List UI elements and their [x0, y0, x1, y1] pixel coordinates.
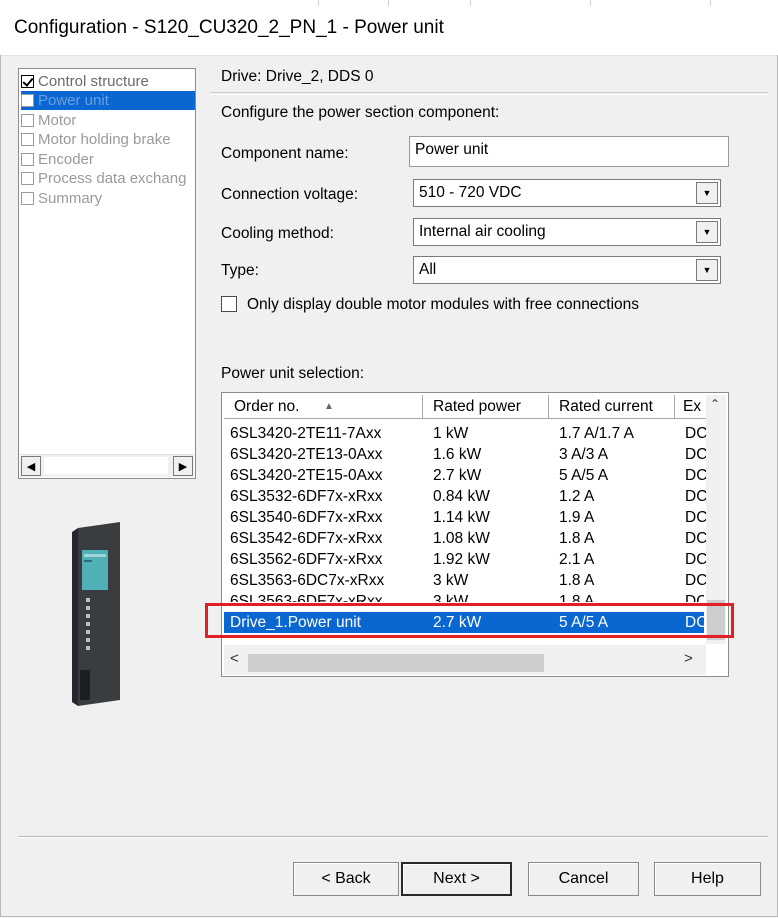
table-row[interactable]: 6SL3532-6DF7x-xRxx 0.84 kW 1.2 A DC	[224, 486, 707, 507]
double-motor-checkbox[interactable]	[221, 296, 237, 312]
help-button[interactable]: Help	[654, 862, 761, 896]
scroll-up-icon[interactable]: ⌃	[710, 397, 720, 411]
table-row[interactable]: 6SL3420-2TE13-0Axx 1.6 kW 3 A/3 A DC	[224, 444, 707, 465]
cancel-button[interactable]: Cancel	[528, 862, 639, 896]
title-divider	[590, 0, 591, 6]
scrollbar-thumb[interactable]	[44, 457, 168, 474]
tree-item-label: Encoder	[38, 151, 94, 168]
cooling-method-label: Cooling method:	[221, 225, 334, 242]
dropdown-arrow-icon[interactable]: ▼	[696, 259, 718, 281]
divider	[18, 837, 768, 838]
window-title: Configuration - S120_CU320_2_PN_1 - Powe…	[14, 17, 444, 38]
table-row[interactable]: 6SL3542-6DF7x-xRxx 1.08 kW 1.8 A DC	[224, 528, 707, 549]
tree-item-label: Motor	[38, 112, 77, 129]
title-bar: Configuration - S120_CU320_2_PN_1 - Powe…	[0, 0, 778, 56]
scroll-left-icon[interactable]: <	[230, 650, 239, 667]
scrollbar-thumb[interactable]	[248, 654, 544, 672]
table-row[interactable]: 6SL3540-6DF7x-xRxx 1.14 kW 1.9 A DC	[224, 507, 707, 528]
type-value: All	[419, 261, 437, 278]
component-name-label: Component name:	[221, 145, 349, 162]
tree-item-process-data-exchange[interactable]: Process data exchang	[21, 169, 195, 188]
connection-voltage-label: Connection voltage:	[221, 186, 359, 203]
next-button[interactable]: Next >	[401, 862, 512, 896]
tree-item-label: Power unit	[38, 92, 109, 109]
dropdown-arrow-icon[interactable]: ▼	[696, 182, 718, 204]
instruction-text: Configure the power section component:	[221, 104, 500, 121]
tree-item-summary[interactable]: Summary	[21, 189, 195, 208]
tree-item-control-structure[interactable]: Control structure	[21, 72, 195, 91]
navigation-tree[interactable]: Control structure Power unit Motor Motor…	[18, 68, 196, 479]
title-divider	[470, 0, 471, 6]
connection-voltage-value: 510 - 720 VDC	[419, 184, 522, 201]
column-header-rated-current[interactable]: Rated current	[549, 395, 675, 419]
tree-item-encoder[interactable]: Encoder	[21, 150, 195, 169]
scroll-left-icon[interactable]: ◀	[21, 456, 41, 476]
checkbox-icon	[21, 75, 34, 88]
tree-item-power-unit[interactable]: Power unit	[21, 91, 195, 110]
power-unit-device-image	[72, 522, 120, 706]
checkbox-icon	[21, 172, 34, 185]
cooling-method-select[interactable]: Internal air cooling ▼	[413, 218, 721, 246]
highlight-box	[205, 603, 734, 638]
tree-item-motor[interactable]: Motor	[21, 111, 195, 130]
type-select[interactable]: All ▼	[413, 256, 721, 284]
double-motor-checkbox-label: Only display double motor modules with f…	[247, 296, 640, 313]
title-divider	[318, 0, 319, 6]
tree-item-label: Control structure	[38, 73, 149, 90]
tree-item-motor-holding-brake[interactable]: Motor holding brake	[21, 130, 195, 149]
tree-horizontal-scrollbar[interactable]: ◀ ▶	[20, 454, 194, 477]
checkbox-icon	[21, 94, 34, 107]
checkbox-icon	[21, 114, 34, 127]
table-horizontal-scrollbar[interactable]: < >	[224, 645, 706, 675]
tree-item-label: Summary	[38, 190, 103, 207]
sort-ascending-icon: ▲	[324, 401, 334, 412]
type-label: Type:	[221, 262, 259, 279]
scroll-right-icon[interactable]: ▶	[173, 456, 193, 476]
column-header-order-no[interactable]: Order no. ▲	[224, 395, 423, 419]
connection-voltage-select[interactable]: 510 - 720 VDC ▼	[413, 179, 721, 207]
drive-label: Drive: Drive_2, DDS 0	[221, 68, 374, 85]
component-name-field[interactable]: Power unit	[409, 136, 729, 167]
scroll-right-icon[interactable]: >	[684, 650, 693, 667]
table-row[interactable]: 6SL3563-6DC7x-xRxx 3 kW 1.8 A DC	[224, 570, 707, 591]
checkbox-icon	[21, 133, 34, 146]
checkbox-icon	[21, 153, 34, 166]
table-row[interactable]: 6SL3420-2TE15-0Axx 2.7 kW 5 A/5 A DC	[224, 465, 707, 486]
tree-item-label: Motor holding brake	[38, 131, 171, 148]
title-divider	[710, 0, 711, 6]
checkbox-icon	[21, 192, 34, 205]
divider	[210, 94, 768, 95]
tree-item-label: Process data exchang	[38, 170, 187, 187]
cooling-method-value: Internal air cooling	[419, 223, 546, 240]
dropdown-arrow-icon[interactable]: ▼	[696, 221, 718, 243]
column-header-ex[interactable]: Ex	[675, 395, 706, 419]
back-button[interactable]: < Back	[293, 862, 399, 896]
divider	[210, 92, 768, 93]
title-divider	[388, 0, 389, 6]
table-row[interactable]: 6SL3562-6DF7x-xRxx 1.92 kW 2.1 A DC	[224, 549, 707, 570]
column-header-rated-power[interactable]: Rated power	[423, 395, 549, 419]
table-row-partial[interactable]: 6SL3563-6DF7x-xRxx3 kW1.8 ADC	[224, 591, 704, 602]
power-unit-selection-label: Power unit selection:	[221, 365, 365, 382]
table-row[interactable]: 6SL3420-2TE11-7Axx 1 kW 1.7 A/1.7 A DC	[224, 423, 707, 444]
